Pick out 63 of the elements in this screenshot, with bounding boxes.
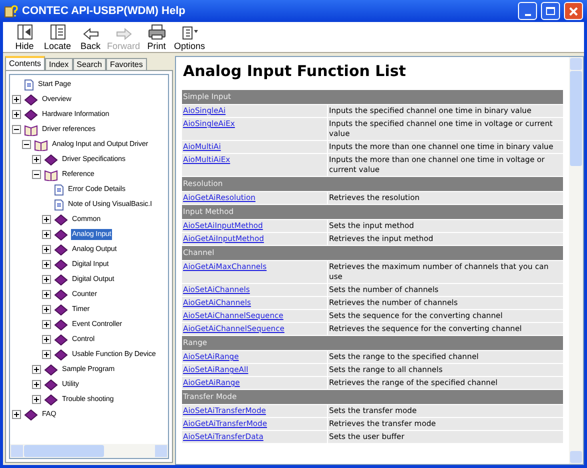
expand-toggle[interactable] bbox=[12, 110, 21, 119]
arrow-right-icon bbox=[116, 28, 132, 40]
book-icon bbox=[54, 228, 68, 240]
expand-toggle[interactable] bbox=[42, 305, 51, 314]
book-icon bbox=[54, 288, 68, 300]
page-heading: Analog Input Function List bbox=[182, 61, 407, 81]
pane-tab[interactable]: Contents bbox=[5, 56, 46, 70]
expand-toggle[interactable] bbox=[42, 245, 51, 254]
book-icon bbox=[24, 108, 38, 120]
close-button[interactable] bbox=[564, 2, 583, 20]
help-icon bbox=[4, 4, 18, 18]
book-icon bbox=[54, 258, 68, 270]
close-icon bbox=[569, 6, 578, 16]
pane-tab[interactable]: Search bbox=[72, 58, 106, 70]
open-book-icon bbox=[34, 138, 48, 150]
open-book-icon bbox=[24, 124, 38, 136]
page-icon bbox=[24, 78, 34, 90]
expand-toggle[interactable] bbox=[42, 275, 51, 284]
expand-toggle[interactable] bbox=[32, 365, 41, 374]
open-book-icon bbox=[44, 168, 58, 180]
book-icon bbox=[44, 364, 58, 376]
collapse-toggle[interactable] bbox=[12, 125, 21, 134]
expand-toggle[interactable] bbox=[32, 395, 41, 404]
horizontal-scrollbar[interactable] bbox=[10, 444, 168, 458]
toolbar-button[interactable]: Back bbox=[75, 22, 106, 51]
toolbar-button[interactable]: Print bbox=[141, 22, 172, 51]
book-icon bbox=[54, 334, 68, 346]
expand-toggle[interactable] bbox=[32, 380, 41, 389]
maximize-button[interactable] bbox=[541, 2, 560, 20]
page-icon bbox=[54, 184, 64, 196]
book-icon bbox=[54, 244, 68, 256]
toolbar-button[interactable]: Hide bbox=[9, 22, 40, 51]
book-icon bbox=[54, 214, 68, 226]
book-icon bbox=[24, 94, 38, 106]
expand-toggle[interactable] bbox=[12, 95, 21, 104]
toolbar-button[interactable]: Options bbox=[174, 22, 205, 51]
expand-toggle[interactable] bbox=[42, 260, 51, 269]
book-icon bbox=[24, 408, 38, 420]
collapse-toggle[interactable] bbox=[22, 140, 31, 149]
expand-toggle[interactable] bbox=[42, 350, 51, 359]
expand-toggle[interactable] bbox=[32, 155, 41, 164]
expand-toggle[interactable] bbox=[12, 410, 21, 419]
minimize-button[interactable] bbox=[518, 2, 537, 20]
toolbar-button[interactable]: Locate bbox=[42, 22, 73, 51]
expand-toggle[interactable] bbox=[42, 335, 51, 344]
page-icon bbox=[54, 198, 64, 210]
book-icon bbox=[54, 304, 68, 316]
book-icon bbox=[54, 348, 68, 360]
pane-tab[interactable]: Favorites bbox=[106, 58, 147, 70]
vertical-scrollbar[interactable] bbox=[569, 57, 583, 464]
pane-tab[interactable]: Index bbox=[45, 58, 73, 70]
expand-toggle[interactable] bbox=[42, 320, 51, 329]
expand-toggle[interactable] bbox=[42, 230, 51, 239]
book-icon bbox=[44, 394, 58, 406]
book-icon bbox=[44, 154, 58, 166]
book-icon bbox=[54, 274, 68, 286]
expand-toggle[interactable] bbox=[42, 290, 51, 299]
arrow-left-icon bbox=[82, 28, 98, 40]
book-icon bbox=[54, 318, 68, 330]
expand-toggle[interactable] bbox=[42, 215, 51, 224]
window-title: CONTEC API-USBP(WDM) Help bbox=[22, 4, 186, 19]
collapse-toggle[interactable] bbox=[32, 170, 41, 179]
book-icon bbox=[44, 378, 58, 390]
